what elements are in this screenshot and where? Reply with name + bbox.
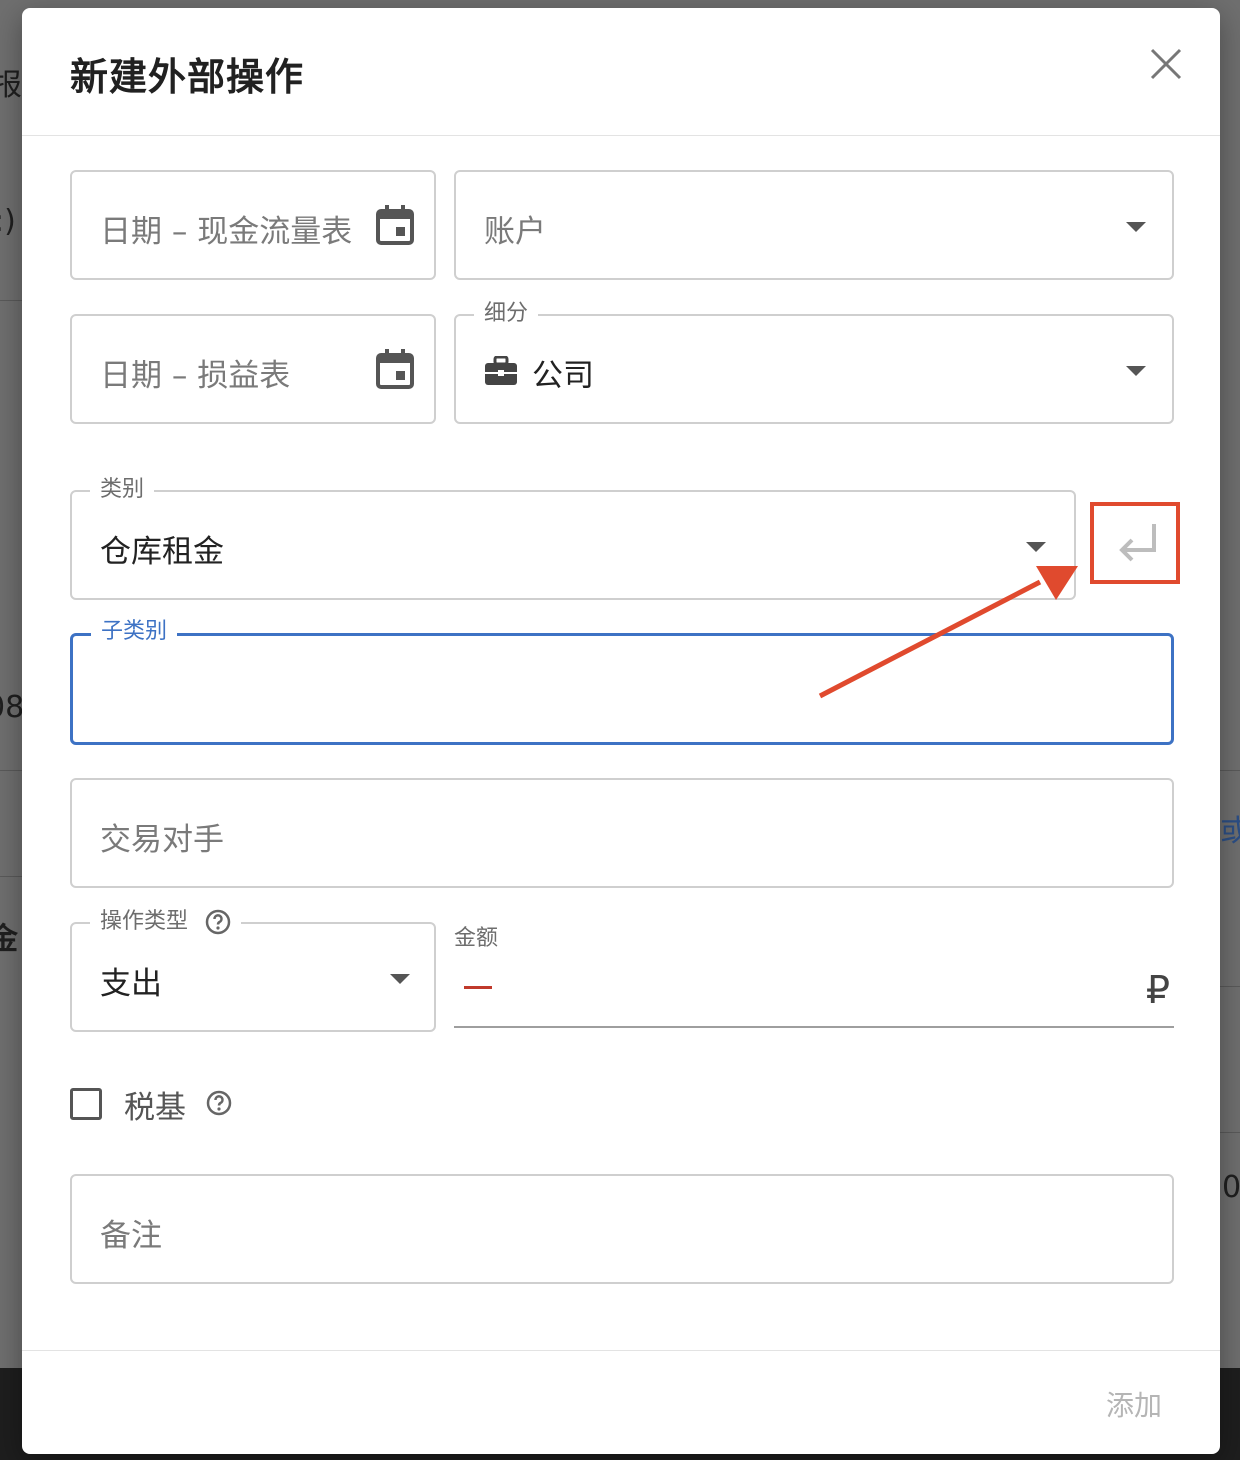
chevron-down-icon [1126, 222, 1146, 232]
operation-type-label: 操作类型 [90, 908, 242, 936]
bg-text-fragment: 0 [1222, 1170, 1240, 1205]
chevron-down-icon [1126, 366, 1146, 376]
ruble-icon: ₽ [1145, 968, 1170, 1012]
amount-field[interactable]: 金额 ₽ [454, 920, 1174, 1028]
bg-text-fragment: 报 [0, 68, 22, 103]
segment-select[interactable]: 细分 公司 [454, 300, 1174, 424]
subcategory-label: 子类别 [91, 618, 178, 646]
bg-divider [0, 876, 22, 877]
dialog-title: 新建外部操作 [70, 55, 305, 99]
enter-return-icon [1119, 524, 1156, 562]
bg-text-fragment: 金 [0, 922, 18, 957]
operation-type-label-text: 操作类型 [100, 909, 189, 934]
segment-label: 细分 [474, 300, 539, 328]
operation-type-value: 支出 [100, 966, 162, 1002]
bg-divider [1220, 986, 1240, 987]
category-label: 类别 [90, 476, 155, 504]
segment-value: 公司 [532, 358, 594, 394]
category-value: 仓库租金 [100, 534, 224, 570]
add-button[interactable]: 添加 [1098, 1384, 1170, 1424]
counterparty-placeholder: 交易对手 [100, 822, 224, 858]
amount-underline [454, 1026, 1174, 1028]
calendar-icon[interactable] [376, 349, 414, 389]
subcategory-input[interactable]: 子类别 [70, 618, 1174, 745]
amount-label: 金额 [454, 926, 499, 951]
amount-input[interactable] [502, 970, 1106, 1012]
chevron-down-icon [390, 974, 410, 984]
close-icon [1150, 48, 1182, 80]
close-button[interactable] [1144, 42, 1188, 86]
new-operation-dialog: 新建外部操作 日期 – 现金流量表 账户 日期 – 损益表 细分 公司 类别 仓… [22, 8, 1220, 1454]
calendar-icon[interactable] [376, 205, 414, 245]
bg-divider [1220, 1132, 1240, 1133]
date-pnl-placeholder: 日期 – 损益表 [100, 358, 291, 394]
bg-text-fragment: :) [0, 204, 16, 239]
operation-type-select[interactable]: 操作类型 支出 [70, 908, 436, 1032]
category-select[interactable]: 类别 仓库租金 [70, 476, 1076, 600]
bg-divider [0, 770, 22, 771]
note-input[interactable]: 备注 [70, 1174, 1174, 1284]
briefcase-icon [485, 356, 517, 385]
date-pnl-field[interactable]: 日期 – 损益表 [70, 314, 436, 424]
bg-text-fragment: 08 [0, 690, 25, 725]
amount-minus-sign [464, 986, 492, 989]
help-icon[interactable] [205, 909, 231, 935]
bg-divider [1220, 770, 1240, 771]
note-placeholder: 备注 [100, 1218, 162, 1254]
apply-category-button[interactable] [1090, 502, 1180, 584]
tax-base-label: 税基 [124, 1090, 186, 1126]
account-placeholder: 账户 [484, 214, 546, 250]
account-select[interactable]: 账户 [454, 170, 1174, 280]
dialog-header: 新建外部操作 [22, 8, 1220, 136]
dialog-footer-divider [22, 1350, 1220, 1351]
bg-text-fragment: 或 [1220, 814, 1240, 849]
help-icon[interactable] [206, 1090, 232, 1116]
chevron-down-icon [1026, 542, 1046, 552]
date-cashflow-field[interactable]: 日期 – 现金流量表 [70, 170, 436, 280]
date-cashflow-placeholder: 日期 – 现金流量表 [100, 214, 353, 250]
tax-base-checkbox[interactable] [70, 1088, 102, 1120]
bg-divider [0, 300, 22, 301]
counterparty-input[interactable]: 交易对手 [70, 778, 1174, 888]
